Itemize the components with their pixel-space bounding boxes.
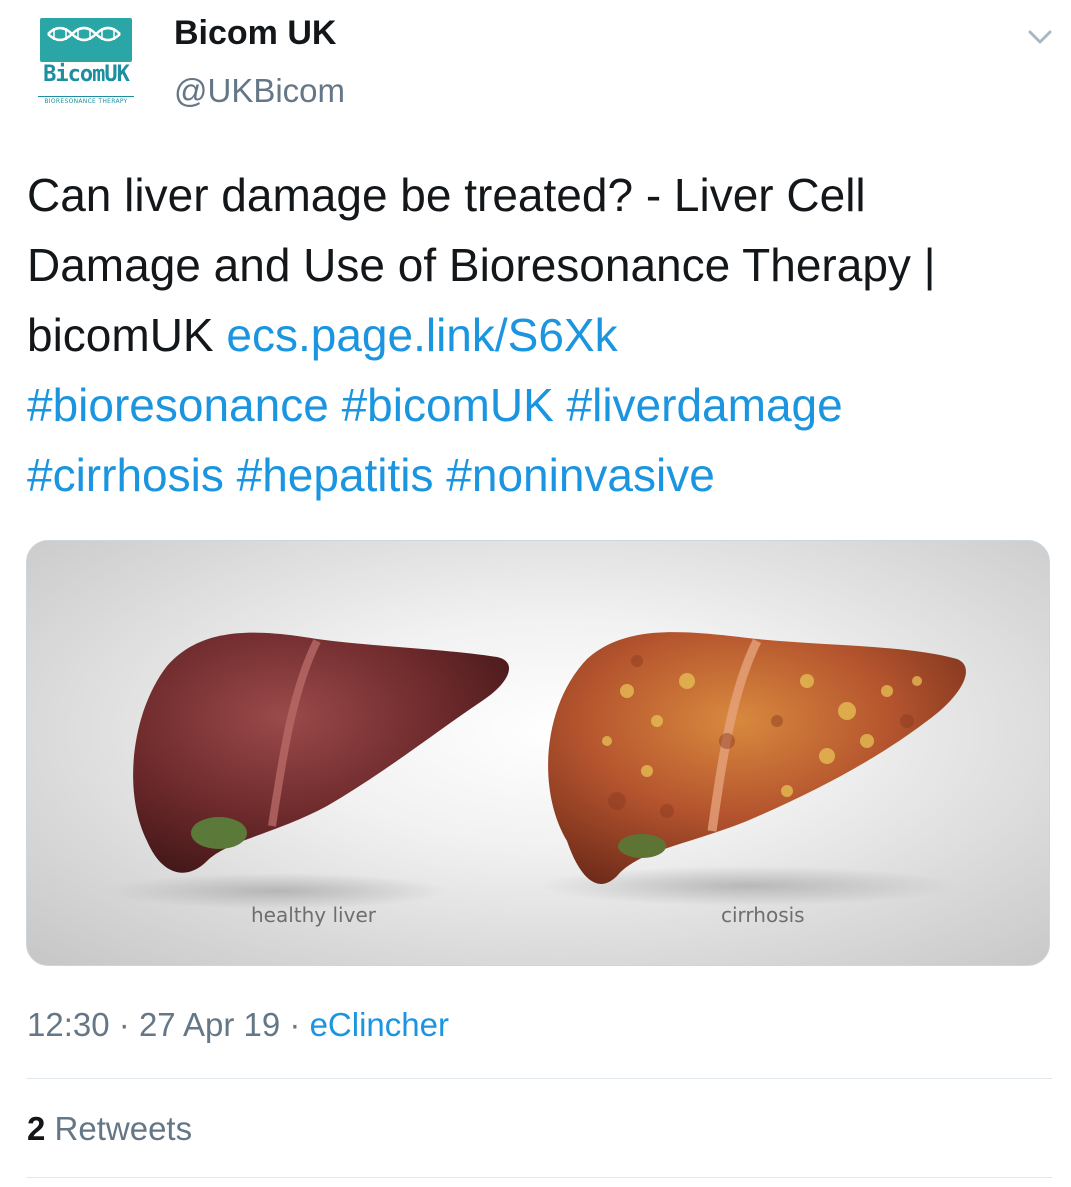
- meta-separator: ·: [289, 1006, 301, 1043]
- caption-healthy-liver: healthy liver: [251, 903, 376, 927]
- retweet-label: Retweets: [54, 1110, 193, 1147]
- divider: [26, 1078, 1052, 1079]
- chevron-down-icon[interactable]: [1024, 22, 1056, 50]
- tweet-text: Can liver damage be treated? - Liver Cel…: [27, 160, 1047, 510]
- avatar-sub-text: BIORESONANCE THERAPY: [38, 96, 134, 105]
- author-handle[interactable]: @UKBicom: [174, 72, 345, 110]
- retweet-stats[interactable]: 2 Retweets: [27, 1110, 192, 1148]
- avatar-brand-text: BicomUK: [43, 62, 130, 87]
- caption-cirrhosis: cirrhosis: [721, 903, 805, 927]
- retweet-count: 2: [27, 1110, 46, 1147]
- tweet-source-link[interactable]: eClincher: [310, 1006, 449, 1043]
- avatar[interactable]: BicomUK BIORESONANCE THERAPY: [38, 16, 138, 108]
- author-name[interactable]: Bicom UK: [174, 14, 336, 53]
- tweet-date[interactable]: 27 Apr 19: [139, 1006, 280, 1043]
- meta-separator: ·: [118, 1006, 130, 1043]
- dna-logo-icon: [40, 18, 132, 62]
- tweet-link[interactable]: ecs.page.link/S6Xk: [226, 309, 617, 361]
- tweet-time[interactable]: 12:30: [27, 1006, 110, 1043]
- tweet-timestamp: 12:30 · 27 Apr 19 · eClincher: [27, 1006, 449, 1044]
- hashtags-line-2[interactable]: #cirrhosis #hepatitis #noninvasive: [27, 449, 715, 501]
- hashtags-line-1[interactable]: #bioresonance #bicomUK #liverdamage: [27, 379, 843, 431]
- tweet-media-image[interactable]: healthy liver cirrhosis: [26, 540, 1050, 966]
- divider: [26, 1177, 1052, 1178]
- liver-illustration: [107, 632, 966, 909]
